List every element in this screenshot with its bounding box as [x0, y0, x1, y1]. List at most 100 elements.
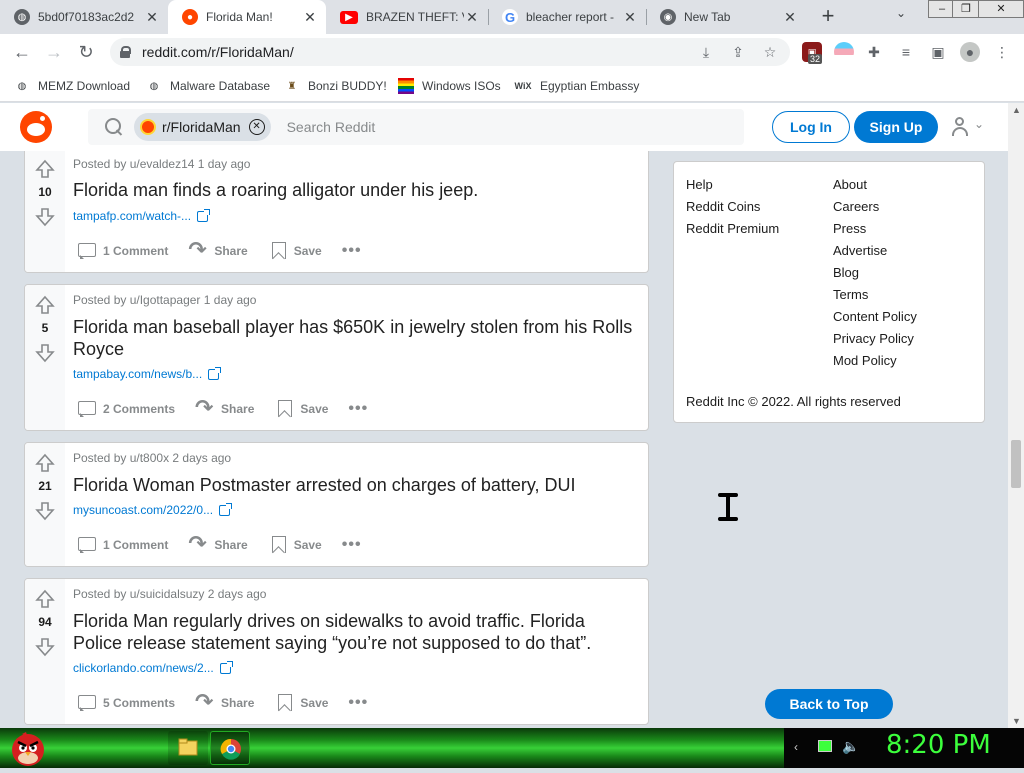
post-card[interactable]: 94 Posted by u/suicidalsuzy 2 days ago F… — [24, 578, 649, 725]
post-card[interactable]: 21 Posted by u/t800x 2 days ago Florida … — [24, 442, 649, 567]
footer-link-privacy-policy[interactable]: Privacy Policy — [833, 328, 917, 350]
footer-link-mod-policy[interactable]: Mod Policy — [833, 350, 917, 372]
downvote-icon[interactable] — [35, 207, 55, 227]
close-window-button[interactable]: ✕ — [978, 0, 1024, 18]
search-input[interactable]: Search Reddit — [287, 119, 376, 135]
post-card[interactable]: 5 Posted by u/Igottapager 1 day ago Flor… — [24, 284, 649, 431]
post-title[interactable]: Florida man finds a roaring alligator un… — [73, 179, 633, 201]
sign-up-button[interactable]: Sign Up — [854, 111, 938, 143]
downvote-icon[interactable] — [35, 343, 55, 363]
footer-link-terms[interactable]: Terms — [833, 284, 917, 306]
scroll-down-icon[interactable]: ▼ — [1012, 716, 1021, 726]
post-title[interactable]: Florida man baseball player has $650K in… — [73, 316, 633, 360]
side-panel-icon[interactable]: ▣ — [928, 42, 948, 62]
upvote-icon[interactable] — [35, 295, 55, 315]
restore-button[interactable]: ❐ — [952, 0, 980, 18]
bookmark-star-icon[interactable]: ☆ — [760, 42, 780, 62]
footer-link-blog[interactable]: Blog — [833, 262, 917, 284]
share-button[interactable]: Share — [188, 237, 247, 263]
close-icon[interactable]: ✕ — [782, 9, 798, 26]
downvote-icon[interactable] — [35, 637, 55, 657]
save-button[interactable]: Save — [274, 399, 328, 419]
save-button[interactable]: Save — [268, 535, 322, 555]
upvote-icon[interactable] — [35, 159, 55, 179]
more-options-icon[interactable]: ••• — [348, 694, 368, 712]
share-button[interactable]: Share — [195, 689, 254, 715]
start-button[interactable] — [6, 728, 48, 768]
log-in-button[interactable]: Log In — [772, 111, 850, 143]
share-button[interactable]: Share — [195, 395, 254, 421]
footer-link-press[interactable]: Press — [833, 218, 917, 240]
bookmark-windows-isos[interactable]: Windows ISOs — [398, 76, 501, 96]
extension-flag-icon[interactable] — [834, 42, 854, 62]
footer-link-coins[interactable]: Reddit Coins — [686, 196, 779, 218]
back-to-top-button[interactable]: Back to Top — [765, 689, 893, 719]
post-meta[interactable]: Posted by u/t800x 2 days ago — [73, 451, 231, 465]
share-icon[interactable]: ⇪ — [728, 42, 748, 62]
taskbar-chrome[interactable] — [210, 731, 250, 765]
close-icon[interactable]: ✕ — [622, 9, 638, 26]
post-link[interactable]: clickorlando.com/news/2... — [73, 660, 233, 675]
media-control-icon[interactable]: ≡ — [896, 42, 916, 62]
clear-chip-icon[interactable]: ✕ — [248, 119, 265, 135]
tab-brazen-theft[interactable]: ▶ BRAZEN THEFT: V ✕ — [326, 0, 488, 34]
more-options-icon[interactable]: ••• — [348, 400, 368, 418]
back-button[interactable]: ← — [10, 40, 34, 64]
comments-button[interactable]: 5 Comments — [77, 693, 175, 713]
reddit-logo-icon[interactable] — [20, 111, 52, 143]
comments-button[interactable]: 1 Comment — [77, 535, 168, 555]
post-card[interactable]: 10 Posted by u/evaldez14 1 day ago Flori… — [24, 151, 649, 273]
footer-link-advertise[interactable]: Advertise — [833, 240, 917, 262]
scroll-thumb[interactable] — [1011, 440, 1021, 488]
tab-new-tab[interactable]: ◉ New Tab ✕ — [646, 0, 806, 34]
post-link[interactable]: mysuncoast.com/2022/0... — [73, 502, 233, 517]
post-link[interactable]: tampafp.com/watch-... — [73, 208, 211, 223]
more-options-icon[interactable]: ••• — [342, 242, 362, 260]
downvote-icon[interactable] — [35, 501, 55, 521]
network-icon[interactable] — [818, 740, 832, 752]
tab-hash[interactable]: ◍ 5bd0f70183ac2d2 ✕ — [0, 0, 168, 34]
upvote-icon[interactable] — [35, 589, 55, 609]
scroll-up-icon[interactable]: ▲ — [1012, 105, 1021, 115]
post-meta[interactable]: Posted by u/evaldez14 1 day ago — [73, 157, 250, 171]
post-meta[interactable]: Posted by u/Igottapager 1 day ago — [73, 293, 256, 307]
comments-button[interactable]: 1 Comment — [77, 241, 168, 261]
bookmark-egyptian-embassy[interactable]: WiX Egyptian Embassy — [514, 76, 640, 96]
search-bar[interactable]: r/FloridaMan ✕ Search Reddit — [88, 109, 744, 145]
page-scrollbar[interactable]: ▲ ▼ — [1008, 103, 1024, 728]
footer-link-about[interactable]: About — [833, 174, 917, 196]
bookmark-bonzi[interactable]: ♜ Bonzi BUDDY! — [284, 76, 387, 96]
volume-icon[interactable]: 🔈 — [842, 738, 859, 755]
new-tab-button[interactable]: + — [816, 4, 840, 30]
save-button[interactable]: Save — [274, 693, 328, 713]
post-link[interactable]: tampabay.com/news/b... — [73, 366, 222, 381]
tab-florida-man[interactable]: ● Florida Man! ✕ — [168, 0, 326, 34]
menu-icon[interactable]: ⋮ — [992, 42, 1012, 62]
address-bar[interactable]: reddit.com/r/FloridaMan/ — [110, 38, 790, 66]
bookmark-memz[interactable]: ◍ MEMZ Download — [14, 76, 130, 96]
tab-bleacher-report[interactable]: G bleacher report - ✕ — [488, 0, 646, 34]
url-text[interactable]: reddit.com/r/FloridaMan/ — [142, 44, 294, 60]
footer-link-content-policy[interactable]: Content Policy — [833, 306, 917, 328]
post-meta[interactable]: Posted by u/suicidalsuzy 2 days ago — [73, 587, 266, 601]
close-icon[interactable]: ✕ — [302, 9, 318, 26]
share-button[interactable]: Share — [188, 531, 247, 557]
close-icon[interactable]: ✕ — [144, 9, 160, 26]
taskbar-explorer[interactable] — [168, 731, 208, 765]
user-dropdown[interactable]: ⌄ — [950, 115, 990, 139]
footer-link-careers[interactable]: Careers — [833, 196, 917, 218]
post-title[interactable]: Florida Man regularly drives on sidewalk… — [73, 610, 633, 654]
install-icon[interactable]: ⤓ — [696, 42, 716, 62]
comments-button[interactable]: 2 Comments — [77, 399, 175, 419]
post-title[interactable]: Florida Woman Postmaster arrested on cha… — [73, 474, 633, 496]
bookmark-malware-db[interactable]: ◍ Malware Database — [146, 76, 270, 96]
close-icon[interactable]: ✕ — [464, 9, 480, 26]
tab-search-icon[interactable]: ⌄ — [896, 6, 906, 20]
upvote-icon[interactable] — [35, 453, 55, 473]
community-chip[interactable]: r/FloridaMan ✕ — [134, 113, 271, 141]
footer-link-premium[interactable]: Reddit Premium — [686, 218, 779, 240]
tray-expand-icon[interactable]: ‹ — [794, 740, 798, 754]
puzzle-icon[interactable]: ✚ — [864, 42, 884, 62]
footer-link-help[interactable]: Help — [686, 174, 779, 196]
taskbar-clock[interactable]: 8:20 PM — [886, 730, 991, 760]
